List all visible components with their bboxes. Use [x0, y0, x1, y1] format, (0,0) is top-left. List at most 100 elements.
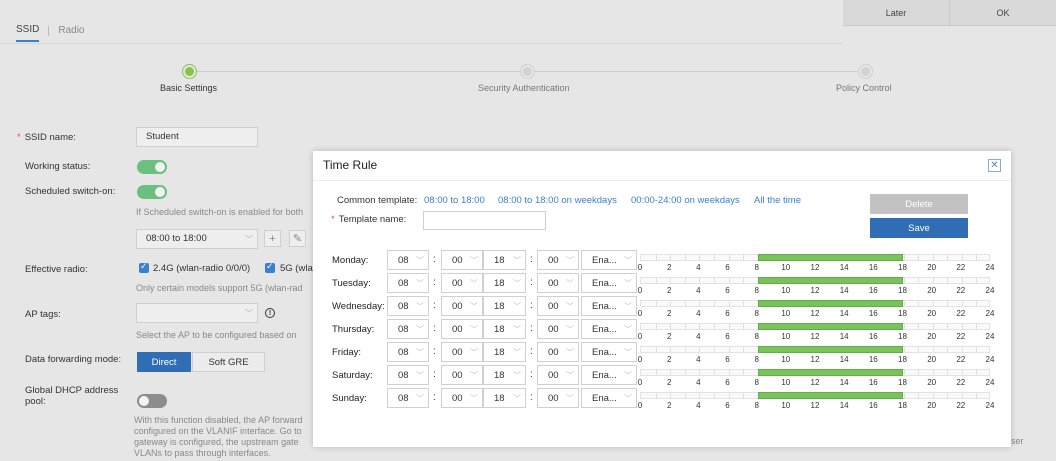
- forwarding-soft-gre-button[interactable]: Soft GRE: [192, 352, 265, 372]
- start-hour-select[interactable]: 08 ﹀: [387, 250, 429, 270]
- edit-icon[interactable]: ✎: [289, 230, 306, 247]
- day-timeline[interactable]: 0 2 4 6 8 10 12 14 16 18 20 22 24: [638, 388, 994, 410]
- template-name-input[interactable]: [423, 211, 546, 230]
- start-minute-select[interactable]: 00 ﹀: [441, 319, 483, 339]
- start-minute-select[interactable]: 00 ﹀: [441, 273, 483, 293]
- action-select[interactable]: Ena... ﹀: [581, 273, 637, 293]
- step-policy-control[interactable]: Policy Control: [836, 83, 892, 93]
- start-minute-select[interactable]: 00 ﹀: [441, 388, 483, 408]
- template-link-weekdays[interactable]: 08:00 to 18:00 on weekdays: [498, 195, 617, 206]
- template-link-8-18[interactable]: 08:00 to 18:00: [424, 195, 485, 206]
- hour-tick: [655, 324, 657, 329]
- template-link-all-time[interactable]: All the time: [754, 195, 801, 206]
- day-timeline[interactable]: 0 2 4 6 8 10 12 14 16 18 20 22 24: [638, 319, 994, 341]
- scheduled-switch-on-toggle[interactable]: [137, 185, 167, 199]
- schedule-row: Wednesday: 08 ﹀ 00 ﹀ 18 ﹀ 00 ﹀ Ena... ﹀::0 2 4 6 8 10 12…: [313, 296, 1011, 319]
- radio-5g-checkbox[interactable]: [265, 261, 275, 273]
- action-select[interactable]: Ena... ﹀: [581, 342, 637, 362]
- end-minute-select[interactable]: 00 ﹀: [537, 250, 579, 270]
- start-minute-select-value: 00: [452, 255, 463, 266]
- ok-button[interactable]: OK: [949, 0, 1056, 25]
- schedule-select[interactable]: 08:00 to 18:00 ﹀: [136, 229, 258, 249]
- end-minute-select[interactable]: 00 ﹀: [537, 273, 579, 293]
- end-hour-select[interactable]: 18 ﹀: [483, 365, 526, 385]
- template-link-all-day-weekdays[interactable]: 00:00-24:00 on weekdays: [631, 195, 740, 206]
- action-select[interactable]: Ena... ﹀: [581, 365, 637, 385]
- start-hour-select[interactable]: 08 ﹀: [387, 319, 429, 339]
- hour-label: 24: [985, 286, 995, 295]
- end-minute-select[interactable]: 00 ﹀: [537, 319, 579, 339]
- time-separator: :: [433, 300, 436, 311]
- later-button[interactable]: Later: [843, 0, 949, 25]
- radio-24g-label: 2.4G (wlan-radio 0/0/0): [153, 263, 251, 274]
- start-hour-select[interactable]: 08 ﹀: [387, 365, 429, 385]
- hour-tick: [976, 393, 978, 398]
- action-select[interactable]: Ena... ﹀: [581, 388, 637, 408]
- ssid-name-input[interactable]: Student: [136, 127, 258, 147]
- end-hour-select[interactable]: 18 ﹀: [483, 388, 526, 408]
- save-button[interactable]: Save: [870, 218, 968, 238]
- tab-ssid[interactable]: SSID: [16, 24, 40, 42]
- enabled-range-bar[interactable]: [757, 392, 904, 399]
- tab-radio[interactable]: Radio: [58, 25, 84, 41]
- enabled-range-bar[interactable]: [757, 346, 904, 353]
- enabled-range-bar[interactable]: [757, 369, 904, 376]
- enabled-range-bar[interactable]: [757, 323, 904, 330]
- end-minute-select[interactable]: 00 ﹀: [537, 342, 579, 362]
- hour-label: 4: [696, 378, 701, 387]
- end-minute-select[interactable]: 00 ﹀: [537, 365, 579, 385]
- end-minute-select[interactable]: 00 ﹀: [537, 388, 579, 408]
- start-hour-select-value: 08: [398, 301, 409, 312]
- working-status-toggle[interactable]: [137, 160, 167, 174]
- end-hour-select[interactable]: 18 ﹀: [483, 342, 526, 362]
- day-timeline[interactable]: 0 2 4 6 8 10 12 14 16 18 20 22 24: [638, 365, 994, 387]
- action-select-value: Ena...: [592, 301, 617, 312]
- ap-tags-hint: Select the AP to be configured based on: [136, 330, 297, 340]
- hour-tick: [699, 324, 701, 329]
- chevron-down-icon: ﹀: [470, 256, 478, 265]
- info-icon[interactable]: !: [265, 308, 275, 318]
- end-minute-select[interactable]: 00 ﹀: [537, 296, 579, 316]
- hour-label: 8: [754, 355, 759, 364]
- end-hour-select[interactable]: 18 ﹀: [483, 250, 526, 270]
- hour-label: 6: [725, 401, 730, 410]
- radio-24g-checkbox[interactable]: [139, 261, 149, 273]
- start-hour-select[interactable]: 08 ﹀: [387, 296, 429, 316]
- start-minute-select[interactable]: 00 ﹀: [441, 296, 483, 316]
- day-timeline[interactable]: 0 2 4 6 8 10 12 14 16 18 20 22 24: [638, 342, 994, 364]
- action-select[interactable]: Ena... ﹀: [581, 250, 637, 270]
- enabled-range-bar[interactable]: [757, 254, 904, 261]
- hour-tick: [713, 370, 715, 375]
- action-select[interactable]: Ena... ﹀: [581, 296, 637, 316]
- start-minute-select[interactable]: 00 ﹀: [441, 365, 483, 385]
- time-separator: :: [433, 323, 436, 334]
- hour-tick: [684, 393, 686, 398]
- day-timeline[interactable]: 0 2 4 6 8 10 12 14 16 18 20 22 24: [638, 250, 994, 272]
- enabled-range-bar[interactable]: [757, 277, 904, 284]
- close-icon[interactable]: ✕: [988, 159, 1001, 172]
- end-hour-select[interactable]: 18 ﹀: [483, 296, 526, 316]
- ap-tags-select[interactable]: ﹀: [136, 303, 258, 323]
- start-hour-select[interactable]: 08 ﹀: [387, 273, 429, 293]
- start-minute-select[interactable]: 00 ﹀: [441, 250, 483, 270]
- add-icon[interactable]: +: [264, 230, 281, 247]
- step-basic-settings[interactable]: Basic Settings: [160, 83, 217, 93]
- action-select[interactable]: Ena... ﹀: [581, 319, 637, 339]
- enabled-range-bar[interactable]: [757, 300, 904, 307]
- global-dhcp-toggle[interactable]: [137, 394, 167, 408]
- day-timeline[interactable]: 0 2 4 6 8 10 12 14 16 18 20 22 24: [638, 273, 994, 295]
- hour-tick: [728, 278, 730, 283]
- start-hour-select[interactable]: 08 ﹀: [387, 342, 429, 362]
- end-hour-select[interactable]: 18 ﹀: [483, 273, 526, 293]
- end-hour-select-value: 18: [494, 301, 505, 312]
- end-hour-select[interactable]: 18 ﹀: [483, 319, 526, 339]
- chevron-down-icon: ﹀: [513, 371, 521, 380]
- hour-tick: [903, 278, 905, 283]
- forwarding-direct-button[interactable]: Direct: [137, 352, 191, 372]
- day-timeline[interactable]: 0 2 4 6 8 10 12 14 16 18 20 22 24: [638, 296, 994, 318]
- start-hour-select[interactable]: 08 ﹀: [387, 388, 429, 408]
- start-minute-select[interactable]: 00 ﹀: [441, 342, 483, 362]
- delete-button[interactable]: Delete: [870, 194, 968, 214]
- step-security-authentication[interactable]: Security Authentication: [478, 83, 570, 93]
- scheduled-hint: If Scheduled switch-on is enabled for bo…: [136, 207, 304, 217]
